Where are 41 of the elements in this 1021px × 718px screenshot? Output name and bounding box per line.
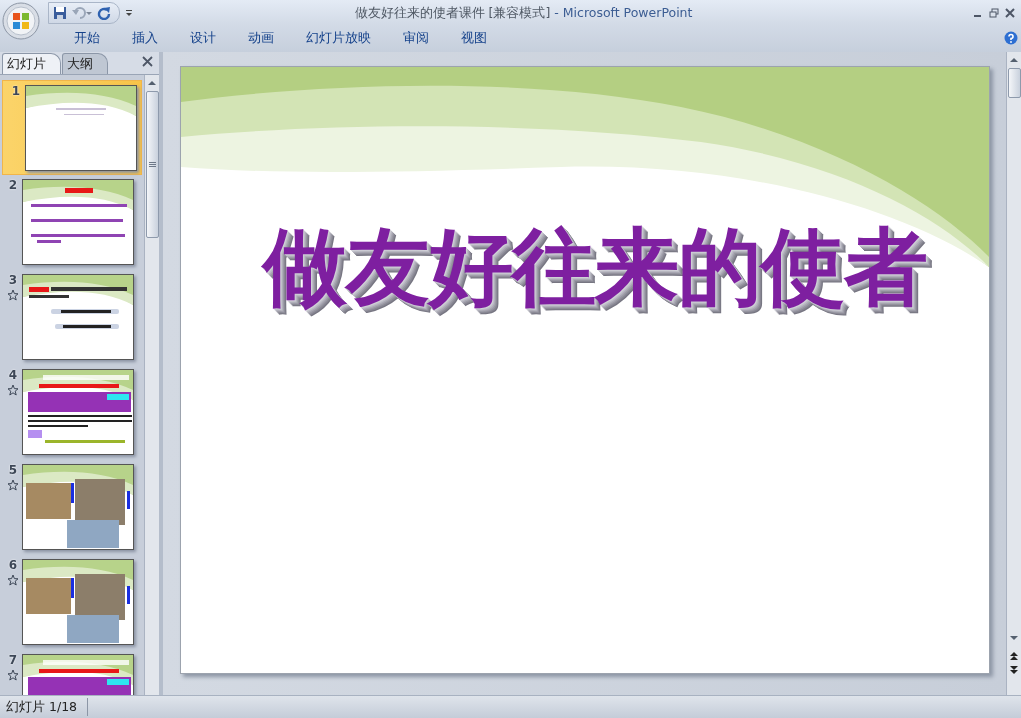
customize-toolbar-icon[interactable] xyxy=(124,8,134,18)
ribbon-tab[interactable]: 审阅 xyxy=(387,26,445,50)
redo-icon[interactable] xyxy=(97,6,111,20)
ribbon-tab[interactable]: 设计 xyxy=(174,26,232,50)
slide-number: 5 xyxy=(8,463,18,477)
scroll-down-icon[interactable] xyxy=(1009,633,1019,643)
slide-number: 6 xyxy=(8,558,18,572)
close-icon[interactable] xyxy=(1005,8,1015,18)
pane-tab[interactable]: 幻灯片 xyxy=(2,53,61,74)
slide-number: 3 xyxy=(8,273,18,287)
close-icon[interactable] xyxy=(142,56,153,67)
slide-thumbnail-item[interactable]: 5 xyxy=(0,460,144,555)
slide-number: 2 xyxy=(8,178,18,192)
slide-indicator: 幻灯片 1/18 xyxy=(0,698,89,716)
slide-number: 7 xyxy=(8,653,18,667)
help-icon[interactable] xyxy=(1004,31,1018,45)
slide-thumbnail-item[interactable]: 4 xyxy=(0,365,144,460)
grip-icon xyxy=(148,161,156,168)
office-button[interactable] xyxy=(2,2,40,40)
scroll-up-icon[interactable] xyxy=(1009,55,1019,65)
slide-number: 1 xyxy=(11,84,21,98)
next-slide-icon[interactable] xyxy=(1009,665,1019,675)
previous-slide-icon[interactable] xyxy=(1009,651,1019,661)
ribbon-tab[interactable]: 视图 xyxy=(445,26,503,50)
ribbon-tab[interactable]: 动画 xyxy=(232,26,290,50)
window-title: 做友好往来的使者课件 [兼容模式] - Microsoft PowerPoint xyxy=(353,4,694,22)
slide-thumbnail-item[interactable]: 6 xyxy=(0,555,144,650)
pane-tab[interactable]: 大纲 xyxy=(62,53,108,74)
restore-icon[interactable] xyxy=(989,8,999,18)
slide-thumbnail-item[interactable]: 2 xyxy=(0,175,144,270)
ribbon-tab[interactable]: 插入 xyxy=(116,26,174,50)
slide-thumbnail-item[interactable]: 3 xyxy=(0,270,144,365)
slide-number: 4 xyxy=(8,368,18,382)
ribbon-tab[interactable]: 幻灯片放映 xyxy=(290,26,387,50)
scrollbar-thumb[interactable] xyxy=(145,91,159,238)
save-icon[interactable] xyxy=(53,6,67,20)
ribbon-tab[interactable]: 开始 xyxy=(58,26,116,50)
slide-thumbnail-item[interactable]: 7 xyxy=(0,650,144,695)
slide-thumbnail-item[interactable]: 1 xyxy=(2,80,142,175)
scroll-up-icon[interactable] xyxy=(147,78,157,88)
scrollbar-thumb[interactable] xyxy=(1007,68,1021,98)
